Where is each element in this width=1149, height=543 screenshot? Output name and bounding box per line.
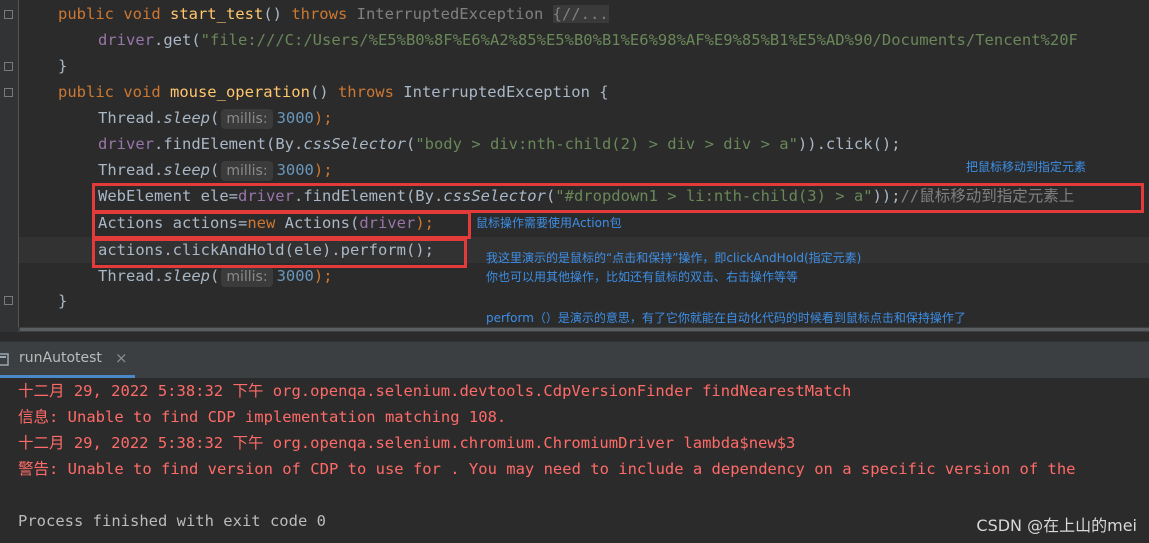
- method-name: mouse_operation: [169, 83, 310, 101]
- code-text: );: [313, 161, 333, 179]
- code-line[interactable]: public void start_test() throws Interrup…: [58, 1, 609, 27]
- code-text: .findElement(By.: [154, 135, 304, 153]
- folded-region[interactable]: {//...: [552, 5, 609, 23]
- gutter-divider: [18, 0, 19, 332]
- code-line[interactable]: }: [58, 53, 67, 79]
- highlight-box-clickandhold: [92, 238, 467, 268]
- scrollbar-thumb[interactable]: [20, 328, 1149, 331]
- fold-collapse-icon[interactable]: [4, 62, 13, 71]
- code-text: InterruptedException {: [393, 83, 609, 101]
- field-name: driver: [98, 135, 154, 153]
- code-line[interactable]: public void mouse_operation() throws Int…: [58, 79, 609, 105]
- code-line[interactable]: driver.get("file:///C:/Users/%E5%B0%8F%E…: [98, 27, 1078, 53]
- run-tool-window-header: runAutotest ×: [0, 341, 1149, 378]
- method-call: cssSelector: [303, 135, 406, 153]
- code-text: );: [313, 109, 333, 127]
- run-tab-label: runAutotest: [19, 350, 102, 366]
- console-line: 信息: Unable to find CDP implementation ma…: [18, 408, 507, 426]
- number-literal: 3000: [276, 267, 314, 285]
- editor-gutter[interactable]: [0, 0, 18, 332]
- code-text: Thread.: [98, 267, 164, 285]
- code-text: );: [313, 267, 333, 285]
- fold-collapse-icon[interactable]: [4, 88, 13, 97]
- annotation-action-package: 鼠标操作需要使用Action包: [476, 216, 622, 230]
- annotation-move-to: 把鼠标移动到指定元素: [966, 160, 1087, 174]
- fold-collapse-icon[interactable]: [4, 296, 13, 305]
- parameter-hint: millis:: [221, 266, 273, 287]
- console-exit-line: Process finished with exit code 0: [18, 512, 326, 530]
- field-name: driver: [98, 31, 154, 49]
- code-line[interactable]: driver.findElement(By.cssSelector("body …: [98, 131, 901, 157]
- code-text: (: [405, 135, 416, 153]
- annotation-other-operations: 你也可以用其他操作，比如还有鼠标的双击、右击操作等等: [486, 270, 799, 284]
- console-line: 十二月 29, 2022 5:38:32 下午 org.openqa.selen…: [18, 434, 796, 452]
- parameter-hint: millis:: [221, 108, 273, 129]
- code-text: (): [263, 5, 292, 23]
- annotation-perform: perform（）是演示的意思，有了它你就能在自动化代码的时候看到鼠标点击和保持…: [486, 311, 966, 325]
- parameter-hint: millis:: [221, 160, 273, 181]
- fold-expand-icon[interactable]: [4, 10, 13, 19]
- number-literal: 3000: [276, 161, 314, 179]
- annotation-click-and-hold: 我这里演示的是鼠标的“点击和保持”操作，即clickAndHold(指定元素): [486, 251, 862, 265]
- code-text: (): [309, 83, 338, 101]
- code-text: (: [210, 267, 220, 285]
- close-icon[interactable]: ×: [115, 349, 128, 367]
- keyword: throws: [291, 5, 348, 23]
- string-literal: "file:///C:/Users/%E5%B0%8F%E6%A2%85%E5%…: [200, 31, 1078, 49]
- highlight-box-actions: [92, 211, 471, 239]
- code-text: Thread.: [98, 161, 164, 179]
- method-call: sleep: [163, 161, 210, 179]
- keyword: public void: [58, 5, 170, 23]
- number-literal: 3000: [276, 109, 314, 127]
- run-config-icon: [0, 353, 9, 366]
- string-literal: "body > div:nth-child(2) > div > div > a…: [415, 135, 798, 153]
- code-line[interactable]: Thread.sleep(millis: 3000);: [98, 157, 333, 183]
- method-call: sleep: [163, 109, 210, 127]
- code-line[interactable]: }: [58, 288, 67, 314]
- code-text: }: [58, 57, 68, 75]
- code-text: .get(: [154, 31, 201, 49]
- method-name: start_test: [169, 5, 264, 23]
- keyword: public void: [58, 83, 170, 101]
- code-text: Thread.: [98, 109, 164, 127]
- method-call: sleep: [163, 267, 210, 285]
- code-text: (: [210, 161, 220, 179]
- code-text: }: [58, 292, 68, 310]
- code-text: InterruptedException: [347, 5, 553, 23]
- code-text: )).click();: [797, 135, 901, 153]
- watermark: CSDN @在上山的mei: [976, 516, 1137, 535]
- code-line[interactable]: Thread.sleep(millis: 3000);: [98, 105, 333, 131]
- highlight-box-webelement: [92, 183, 1144, 213]
- keyword: throws: [337, 83, 394, 101]
- code-editor[interactable]: public void start_test() throws Interrup…: [0, 0, 1149, 332]
- console-line: 警告: Unable to find version of CDP to use…: [18, 460, 1076, 478]
- console-line: 十二月 29, 2022 5:38:32 下午 org.openqa.selen…: [18, 382, 852, 400]
- code-text: (: [210, 109, 220, 127]
